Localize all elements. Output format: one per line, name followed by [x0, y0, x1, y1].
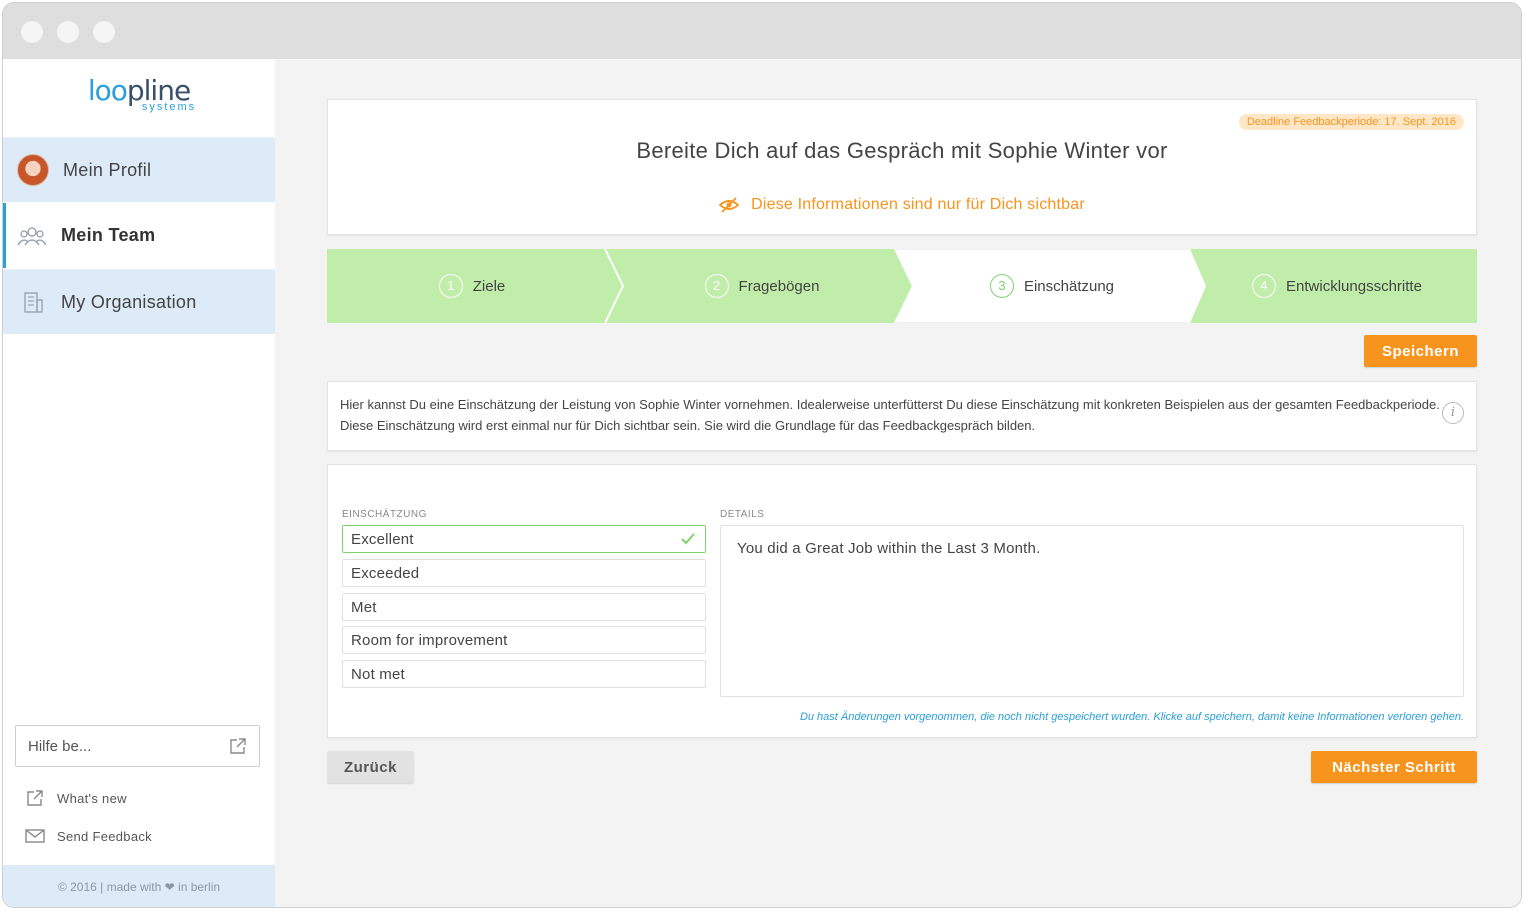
save-button[interactable]: Speichern [1364, 335, 1477, 367]
whats-new-link[interactable]: What's new [25, 789, 127, 807]
sidebar-item-label: Mein Profil [63, 159, 152, 180]
sidebar: loopline systems Mein Profil Mein Team M… [3, 59, 275, 907]
info-icon[interactable]: i [1442, 402, 1464, 424]
step-wizard: 1 Ziele 2 Fragebögen 3 Einschätzung 4 En… [327, 249, 1477, 323]
window-dot-maximize[interactable] [93, 21, 115, 43]
sidebar-item-label: My Organisation [61, 291, 197, 312]
step-label: Einschätzung [1023, 277, 1115, 295]
rating-option-exceeded[interactable]: Exceeded [342, 559, 706, 587]
details-textarea[interactable]: You did a Great Job within the Last 3 Mo… [720, 525, 1464, 697]
team-icon [17, 226, 47, 245]
rating-option-label: Excellent [351, 530, 414, 548]
checkmark-icon [681, 533, 695, 545]
step-label: Entwicklungsschritte [1286, 277, 1422, 295]
external-link-icon [27, 790, 43, 806]
assessment-label: EINSCHÄTZUNG [342, 509, 427, 520]
sidebar-item-mein-team[interactable]: Mein Team [3, 203, 275, 268]
back-button[interactable]: Zurück [327, 751, 414, 783]
help-search-placeholder: Hilfe be... [28, 737, 92, 755]
external-link-icon[interactable] [229, 737, 247, 755]
page-title: Bereite Dich auf das Gespräch mit Sophie… [636, 138, 1168, 163]
step-label: Fragebögen [738, 277, 820, 295]
description-card: Hier kannst Du eine Einschätzung der Lei… [327, 381, 1477, 451]
help-search-input[interactable]: Hilfe be... [15, 725, 260, 767]
sidebar-item-label: Mein Team [61, 225, 156, 245]
send-feedback-link[interactable]: Send Feedback [25, 828, 152, 844]
window-dot-minimize[interactable] [57, 21, 79, 43]
browser-window: loopline systems Mein Profil Mein Team M… [2, 2, 1522, 908]
next-step-button[interactable]: Nächster Schritt [1311, 751, 1477, 783]
step-einschaetzung[interactable]: 3 Einschätzung [907, 249, 1197, 323]
visibility-note: Diese Informationen sind nur für Dich si… [328, 196, 1476, 214]
rating-option-not-met[interactable]: Not met [342, 660, 706, 688]
step-number: 3 [989, 274, 1014, 298]
rating-option-label: Not met [351, 665, 405, 683]
window-dot-close[interactable] [21, 21, 43, 43]
assessment-card: EINSCHÄTZUNG DETAILS Excellent Exceeded … [327, 464, 1477, 738]
app-logo[interactable]: loopline systems [3, 74, 275, 114]
main-content: Deadline Feedbackperiode: 17. Sept. 2016… [275, 59, 1521, 907]
rating-option-label: Exceeded [351, 564, 420, 582]
step-frageboegen[interactable]: 2 Fragebögen [617, 249, 907, 323]
description-text: Hier kannst Du eine Einschätzung der Lei… [340, 397, 1440, 433]
step-number: 2 [704, 274, 729, 298]
rating-option-label: Met [351, 598, 377, 616]
rating-option-excellent[interactable]: Excellent [342, 525, 706, 553]
step-entwicklungsschritte[interactable]: 4 Entwicklungsschritte [1197, 249, 1477, 323]
rating-option-met[interactable]: Met [342, 593, 706, 621]
avatar [17, 154, 49, 186]
rating-option-room-for-improvement[interactable]: Room for improvement [342, 626, 706, 654]
unsaved-changes-notice: Du hast Änderungen vorgenommen, die noch… [799, 711, 1464, 723]
window-titlebar [3, 3, 1521, 59]
step-number: 1 [438, 274, 463, 298]
sidebar-footer: © 2016 | made with ❤ in berlin [3, 865, 275, 907]
details-label: DETAILS [720, 509, 765, 520]
envelope-icon [25, 829, 45, 843]
eye-slash-icon [719, 197, 740, 213]
building-icon [24, 292, 43, 313]
whats-new-label: What's new [57, 790, 127, 806]
step-ziele[interactable]: 1 Ziele [327, 249, 617, 323]
step-number: 4 [1252, 274, 1277, 298]
visibility-note-text: Diese Informationen sind nur für Dich si… [751, 196, 1085, 213]
deadline-badge: Deadline Feedbackperiode: 17. Sept. 2016 [1238, 114, 1464, 130]
header-card: Deadline Feedbackperiode: 17. Sept. 2016… [327, 99, 1477, 235]
sidebar-item-my-organisation[interactable]: My Organisation [3, 269, 275, 334]
step-label: Ziele [472, 277, 506, 295]
rating-option-label: Room for improvement [351, 631, 508, 649]
sidebar-item-mein-profil[interactable]: Mein Profil [3, 137, 275, 202]
logo-text-prefix: loo [87, 74, 128, 107]
send-feedback-label: Send Feedback [57, 828, 152, 844]
